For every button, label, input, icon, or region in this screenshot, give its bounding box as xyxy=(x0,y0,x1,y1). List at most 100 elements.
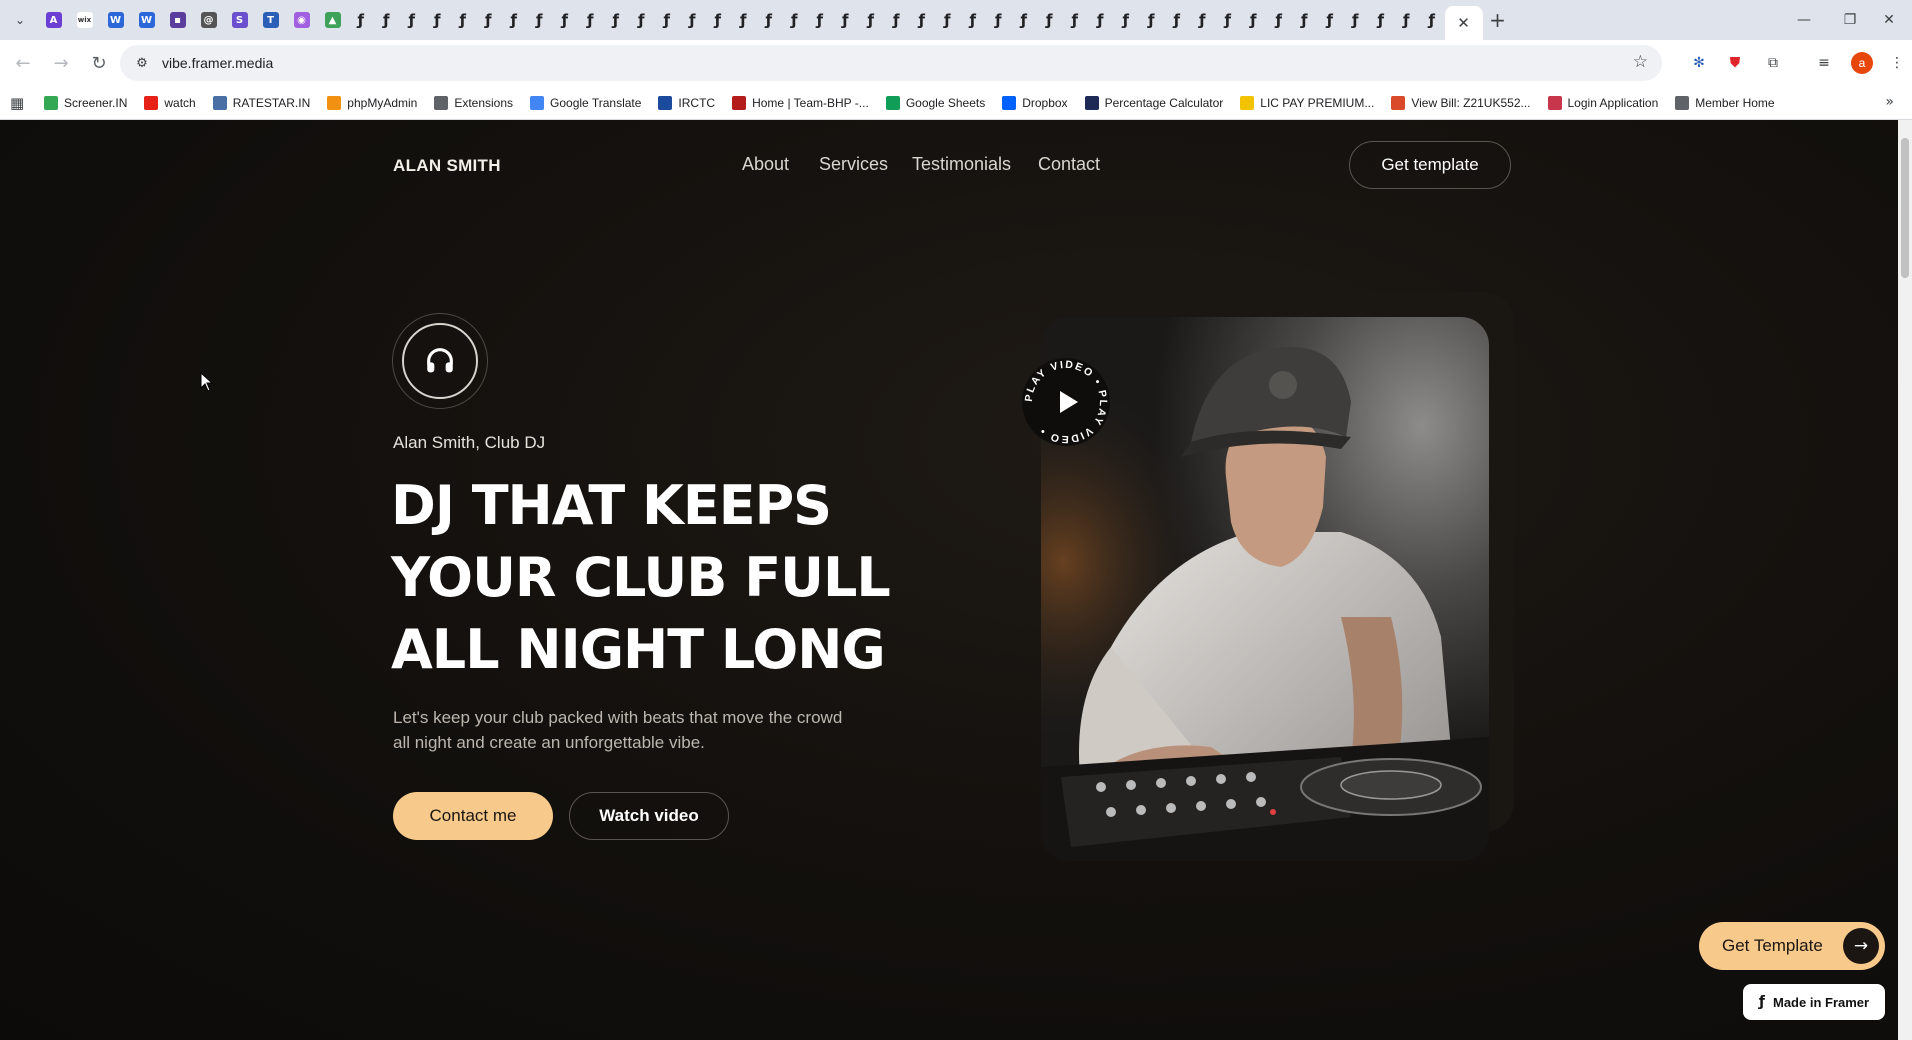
framer-tab[interactable]: ƒ xyxy=(986,5,1012,35)
pinned-tab[interactable]: W xyxy=(100,5,131,35)
site-brand[interactable]: ALAN SMITH xyxy=(393,156,501,176)
bookmark-item[interactable]: LIC PAY PREMIUM... xyxy=(1240,95,1374,110)
back-icon[interactable]: ← xyxy=(6,46,40,80)
framer-tab[interactable]: ƒ xyxy=(629,5,655,35)
bookmark-item[interactable]: Home | Team-BHP -... xyxy=(732,95,869,110)
framer-tab[interactable]: ƒ xyxy=(1394,5,1420,35)
bookmark-item[interactable]: Member Home xyxy=(1675,95,1775,110)
tab-search-icon[interactable]: ⌄ xyxy=(6,6,34,34)
apps-grid-icon[interactable]: ▦ xyxy=(10,94,30,112)
bookmark-item[interactable]: Percentage Calculator xyxy=(1084,95,1223,110)
bookmarks-overflow-icon[interactable]: » xyxy=(1885,94,1894,110)
new-tab-button[interactable]: + xyxy=(1483,5,1513,35)
nav-services[interactable]: Services xyxy=(819,154,888,175)
framer-tab[interactable]: ƒ xyxy=(1343,5,1369,35)
bookmark-item[interactable]: Dropbox xyxy=(1002,95,1068,110)
scrollbar-thumb[interactable] xyxy=(1901,138,1909,278)
framer-tab[interactable]: ƒ xyxy=(501,5,527,35)
framer-tab[interactable]: ƒ xyxy=(1266,5,1292,35)
get-template-floating-button[interactable]: Get Template → xyxy=(1699,922,1885,970)
reload-icon[interactable]: ↻ xyxy=(82,46,116,80)
browser-menu-icon[interactable]: ⋮ xyxy=(1886,52,1908,74)
pinned-tab[interactable]: W xyxy=(131,5,162,35)
framer-tab[interactable]: ƒ xyxy=(1011,5,1037,35)
bookmark-item[interactable]: IRCTC xyxy=(658,95,715,110)
contact-me-button[interactable]: Contact me xyxy=(393,792,553,840)
watch-video-button[interactable]: Watch video xyxy=(569,792,729,840)
window-close-icon[interactable]: ✕ xyxy=(1866,0,1912,40)
bookmark-item[interactable]: Login Application xyxy=(1547,95,1658,110)
framer-tab[interactable]: ƒ xyxy=(705,5,731,35)
bookmark-item[interactable]: View Bill: Z21UK552... xyxy=(1391,95,1531,110)
profile-avatar[interactable]: a xyxy=(1851,52,1873,74)
framer-tab[interactable]: ƒ xyxy=(909,5,935,35)
framer-tab[interactable]: ƒ xyxy=(552,5,578,35)
framer-tab[interactable]: ƒ xyxy=(374,5,400,35)
framer-tab[interactable]: ƒ xyxy=(1164,5,1190,35)
framer-tab[interactable]: ƒ xyxy=(884,5,910,35)
bookmark-star-icon[interactable]: ☆ xyxy=(1633,52,1648,72)
pinned-tab[interactable]: A xyxy=(38,5,69,35)
framer-tab[interactable]: ƒ xyxy=(1037,5,1063,35)
pinned-tab[interactable]: S xyxy=(224,5,255,35)
extensions-puzzle-icon[interactable]: ⧉ xyxy=(1762,52,1784,74)
nav-about[interactable]: About xyxy=(742,154,789,175)
nav-contact[interactable]: Contact xyxy=(1038,154,1100,175)
minimize-icon[interactable]: — xyxy=(1781,0,1827,40)
extension-shield-icon[interactable]: ⛊ xyxy=(1724,52,1746,74)
pinned-tab[interactable]: T xyxy=(255,5,286,35)
get-template-button[interactable]: Get template xyxy=(1349,141,1511,189)
framer-tab[interactable]: ƒ xyxy=(578,5,604,35)
framer-tab[interactable]: ƒ xyxy=(833,5,859,35)
url-text[interactable]: vibe.framer.media xyxy=(162,55,273,71)
framer-tab[interactable]: ƒ xyxy=(1190,5,1216,35)
pinned-tab[interactable]: @ xyxy=(193,5,224,35)
framer-tab[interactable]: ƒ xyxy=(960,5,986,35)
framer-tab[interactable]: ƒ xyxy=(1419,5,1445,35)
framer-tab[interactable]: ƒ xyxy=(425,5,451,35)
pinned-tab[interactable]: ▪ xyxy=(162,5,193,35)
framer-tab[interactable]: ƒ xyxy=(756,5,782,35)
framer-tab[interactable]: ƒ xyxy=(1317,5,1343,35)
framer-tab[interactable]: ƒ xyxy=(1292,5,1318,35)
framer-tab[interactable]: ƒ xyxy=(782,5,808,35)
framer-tab[interactable]: ƒ xyxy=(1139,5,1165,35)
framer-tab[interactable]: ƒ xyxy=(603,5,629,35)
pinned-tab[interactable]: ▲ xyxy=(317,5,348,35)
framer-tab[interactable]: ƒ xyxy=(450,5,476,35)
framer-tab[interactable]: ƒ xyxy=(1113,5,1139,35)
nav-testimonials[interactable]: Testimonials xyxy=(912,154,1011,175)
bookmark-item[interactable]: Google Translate xyxy=(530,95,641,110)
media-control-icon[interactable]: ≡ xyxy=(1813,52,1835,74)
framer-tab[interactable]: ƒ xyxy=(348,5,374,35)
bookmark-item[interactable]: RATESTAR.IN xyxy=(212,95,310,110)
page-scrollbar[interactable] xyxy=(1898,120,1912,1040)
play-video-badge[interactable]: PLAY VIDEO • PLAY VIDEO • xyxy=(1020,356,1112,448)
address-bar[interactable]: ⚙ vibe.framer.media ☆ xyxy=(120,45,1662,81)
framer-tab[interactable]: ƒ xyxy=(680,5,706,35)
framer-tab[interactable]: ƒ xyxy=(1368,5,1394,35)
extension-blue-icon[interactable]: ✻ xyxy=(1688,52,1710,74)
framer-tab[interactable]: ƒ xyxy=(1062,5,1088,35)
framer-tab[interactable]: ƒ xyxy=(399,5,425,35)
bookmark-item[interactable]: phpMyAdmin xyxy=(327,95,417,110)
framer-tab[interactable]: ƒ xyxy=(858,5,884,35)
framer-tab[interactable]: ƒ xyxy=(1215,5,1241,35)
bookmark-item[interactable]: Extensions xyxy=(434,95,513,110)
bookmark-item[interactable]: watch xyxy=(144,95,196,110)
framer-tab[interactable]: ƒ xyxy=(1241,5,1267,35)
site-info-icon[interactable]: ⚙ xyxy=(128,49,156,77)
tab-close-icon[interactable]: ✕ xyxy=(1457,14,1470,32)
framer-tab[interactable]: ƒ xyxy=(935,5,961,35)
framer-tab[interactable]: ƒ xyxy=(654,5,680,35)
framer-tab[interactable]: ƒ xyxy=(807,5,833,35)
pinned-tab[interactable]: ◉ xyxy=(286,5,317,35)
framer-tab[interactable]: ƒ xyxy=(527,5,553,35)
bookmark-item[interactable]: Google Sheets xyxy=(885,95,985,110)
made-in-framer-badge[interactable]: ƒ Made in Framer xyxy=(1743,984,1885,1020)
framer-tab[interactable]: ƒ xyxy=(731,5,757,35)
framer-tab[interactable]: ƒ xyxy=(476,5,502,35)
tab-active[interactable]: ✕ xyxy=(1444,6,1483,40)
pinned-tab[interactable]: wix xyxy=(69,5,100,35)
bookmark-item[interactable]: Screener.IN xyxy=(44,95,127,110)
